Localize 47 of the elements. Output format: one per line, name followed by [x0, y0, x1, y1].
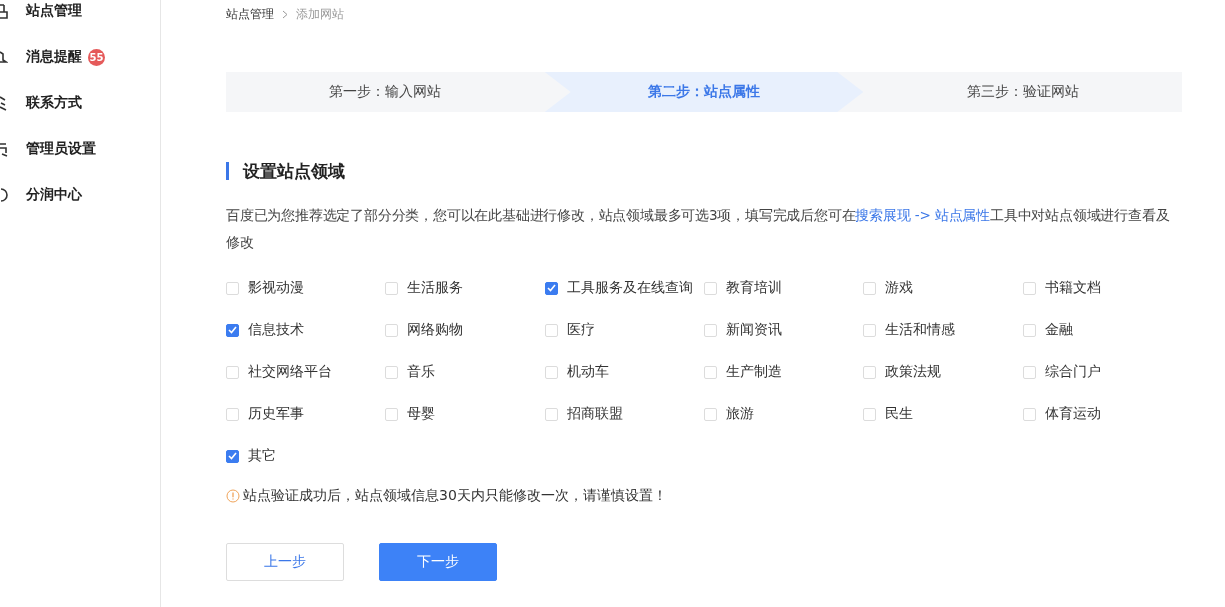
checkbox-label: 工具服务及在线查询 — [566, 279, 693, 297]
description-text: 百度已为您推荐选定了部分分类，您可以在此基础进行修改，站点领域最多可选3项，填写完成后您可在搜索展现 -> 站点属性工具中对站点领域进行查看及修改 — [226, 206, 1171, 252]
tool-link[interactable]: 搜索展现 -> 站点属性 — [855, 207, 990, 223]
checkbox-label: 金融 — [1044, 321, 1073, 339]
checkbox-label: 音乐 — [407, 363, 436, 381]
checkbox-label: 机动车 — [566, 363, 609, 381]
checkbox-label: 历史军事 — [248, 405, 304, 423]
checkbox-label: 新闻资讯 — [726, 321, 782, 339]
warning-text: 站点验证成功后，站点领域信息30天内只能修改一次，请谨慎设置！ — [243, 487, 667, 505]
sidebar-item[interactable]: 联系方式 — [0, 80, 160, 126]
checkbox-label: 体育运动 — [1044, 405, 1101, 423]
step-tab[interactable]: 第二步：站点属性 — [544, 72, 864, 112]
sidebar-item[interactable]: 消息提醒 55 — [0, 34, 160, 80]
sidebar-item[interactable]: 分润中心 — [0, 172, 160, 218]
checkbox[interactable] — [226, 449, 239, 463]
checkbox-label: 招商联盟 — [566, 405, 623, 423]
checkbox-label: 政策法规 — [885, 363, 942, 381]
section-title: 设置站点领域 — [226, 162, 1182, 180]
checkbox-label: 医疗 — [566, 321, 595, 339]
previous-step-button[interactable]: 上一步 — [226, 543, 344, 581]
checkbox-label: 生活服务 — [407, 279, 464, 297]
checkbox-label: 影视动漫 — [248, 279, 304, 297]
checkbox-label: 社交网络平台 — [248, 363, 332, 381]
checkbox-label: 旅游 — [726, 405, 754, 423]
sidebar-item[interactable]: 站点管理 — [0, 0, 160, 34]
checkbox-label: 其它 — [248, 447, 276, 465]
checkbox-label: 教育培训 — [726, 279, 782, 297]
warning-icon — [226, 489, 240, 503]
checkbox-label: 生活和情感 — [885, 321, 956, 339]
checkbox-label: 生产制造 — [726, 363, 782, 381]
step-tab[interactable]: 第三步：验证网站 — [863, 72, 1182, 112]
checkbox[interactable] — [544, 281, 558, 295]
count-badge: 55 — [88, 48, 105, 66]
checkbox-label: 游戏 — [885, 279, 914, 297]
checkbox-label: 信息技术 — [248, 321, 304, 339]
checkbox-label: 母婴 — [407, 405, 436, 423]
chevron-right-icon — [282, 9, 288, 19]
checkbox-label: 书籍文档 — [1044, 279, 1101, 297]
next-step-button[interactable]: 下一步 — [379, 543, 497, 581]
checkbox-label: 综合门户 — [1044, 363, 1101, 381]
step-tab[interactable]: 第一步：输入网站 — [226, 72, 545, 112]
checkbox-label: 网络购物 — [407, 321, 464, 339]
breadcrumb-current: 添加网站 — [296, 5, 344, 23]
sidebar-item[interactable]: 管理员设置 — [0, 126, 160, 172]
breadcrumb-link[interactable]: 站点管理 — [226, 5, 274, 23]
checkbox[interactable] — [226, 323, 239, 337]
checkbox-label: 民生 — [885, 405, 914, 423]
